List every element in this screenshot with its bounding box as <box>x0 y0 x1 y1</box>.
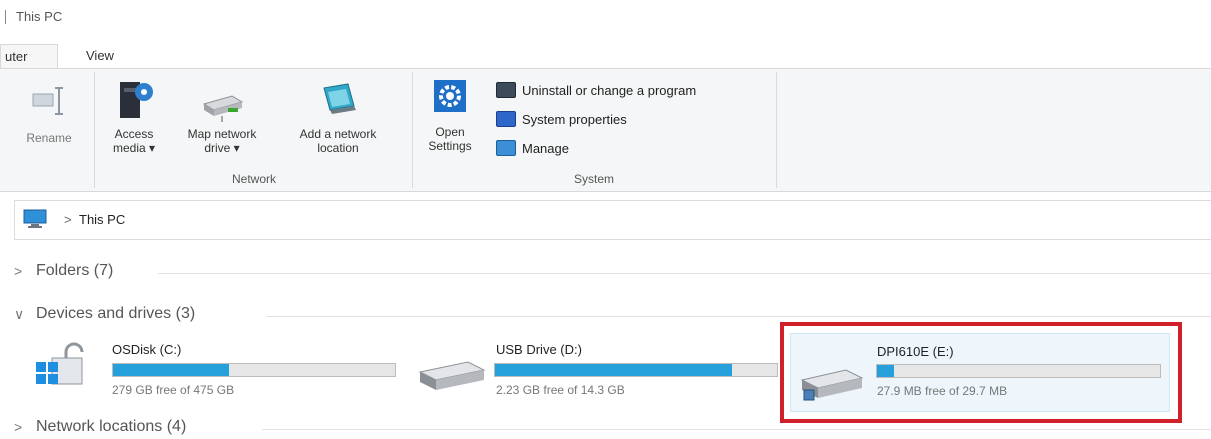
ribbon-divider <box>412 72 413 188</box>
manage-label: Manage <box>522 140 569 156</box>
tab-computer[interactable]: uter <box>0 44 58 68</box>
drive-free-space: 279 GB free of 475 GB <box>112 383 235 397</box>
tab-view[interactable]: View <box>80 44 120 68</box>
drive-usage-bar <box>494 363 778 377</box>
ribbon-divider <box>94 72 95 188</box>
drive-usage-fill <box>113 364 229 376</box>
add-network-line2: location <box>317 141 359 155</box>
drive-name: USB Drive (D:) <box>496 342 582 357</box>
open-settings-line2: Settings <box>428 139 472 153</box>
open-settings-button[interactable]: Open Settings <box>418 78 482 153</box>
drive-free-space: 2.23 GB free of 14.3 GB <box>496 383 625 397</box>
devices-section-header[interactable]: ∨ Devices and drives (3) <box>14 305 195 323</box>
drive-tile-c[interactable]: OSDisk (C:) 279 GB free of 475 GB <box>30 336 410 402</box>
media-icon <box>120 82 153 118</box>
rename-button[interactable]: Rename <box>14 84 84 145</box>
window-title: This PC <box>16 9 63 24</box>
this-pc-icon <box>23 209 47 228</box>
folders-section-header[interactable]: > Folders (7) <box>14 262 113 280</box>
map-network-line2: drive ▾ <box>204 141 240 155</box>
breadcrumb-this-pc[interactable]: This PC <box>79 212 125 227</box>
section-divider <box>262 429 1211 430</box>
windows-drive-icon <box>36 342 84 385</box>
rename-label: Rename <box>26 131 72 145</box>
highlight-box <box>780 322 1182 423</box>
uninstall-icon <box>496 82 516 98</box>
open-settings-line1: Open <box>435 125 465 139</box>
manage-button[interactable]: Manage <box>496 138 569 158</box>
properties-icon <box>496 111 516 127</box>
chevron-right-icon: > <box>14 419 23 435</box>
access-media-line2: media ▾ <box>112 141 156 155</box>
folders-section-label: Folders (7) <box>36 262 114 279</box>
chevron-down-icon: ∨ <box>14 305 25 322</box>
title-bar <box>0 0 1211 36</box>
network-drive-icon <box>202 95 244 122</box>
uninstall-program-button[interactable]: Uninstall or change a program <box>496 80 696 100</box>
section-divider <box>158 273 1211 274</box>
devices-section-label: Devices and drives (3) <box>36 305 196 322</box>
access-media-line1: Access <box>114 127 154 141</box>
uninstall-label: Uninstall or change a program <box>522 82 697 98</box>
chevron-right-icon: > <box>14 263 23 279</box>
drive-name: OSDisk (C:) <box>112 342 182 357</box>
usb-drive-icon <box>418 361 486 390</box>
settings-gear-icon <box>434 80 466 112</box>
network-section-header[interactable]: > Network locations (4) <box>14 418 186 436</box>
map-network-line1: Map network <box>187 127 257 141</box>
drive-usage-bar <box>112 363 396 377</box>
map-network-drive-button[interactable]: Map network drive ▾ <box>170 78 274 155</box>
network-group-label: Network <box>231 172 276 186</box>
system-properties-button[interactable]: System properties <box>496 109 627 129</box>
add-network-location-button[interactable]: Add a network location <box>278 78 398 155</box>
drive-usage-fill <box>495 364 732 376</box>
title-separator <box>5 10 6 24</box>
drive-tile-d[interactable]: USB Drive (D:) 2.23 GB free of 14.3 GB <box>418 336 780 402</box>
manage-icon <box>496 140 516 156</box>
add-network-line1: Add a network <box>299 127 377 141</box>
access-media-button[interactable]: Access media ▾ <box>100 78 168 155</box>
network-location-icon <box>323 83 356 114</box>
breadcrumb-chevron: > <box>64 212 72 227</box>
rename-icon <box>32 87 63 115</box>
system-group-label: System <box>573 172 614 186</box>
network-section-label: Network locations (4) <box>36 418 187 435</box>
ribbon-divider <box>776 72 777 188</box>
system-properties-label: System properties <box>522 111 627 127</box>
section-divider <box>266 316 1211 317</box>
address-bar[interactable] <box>14 200 1211 240</box>
